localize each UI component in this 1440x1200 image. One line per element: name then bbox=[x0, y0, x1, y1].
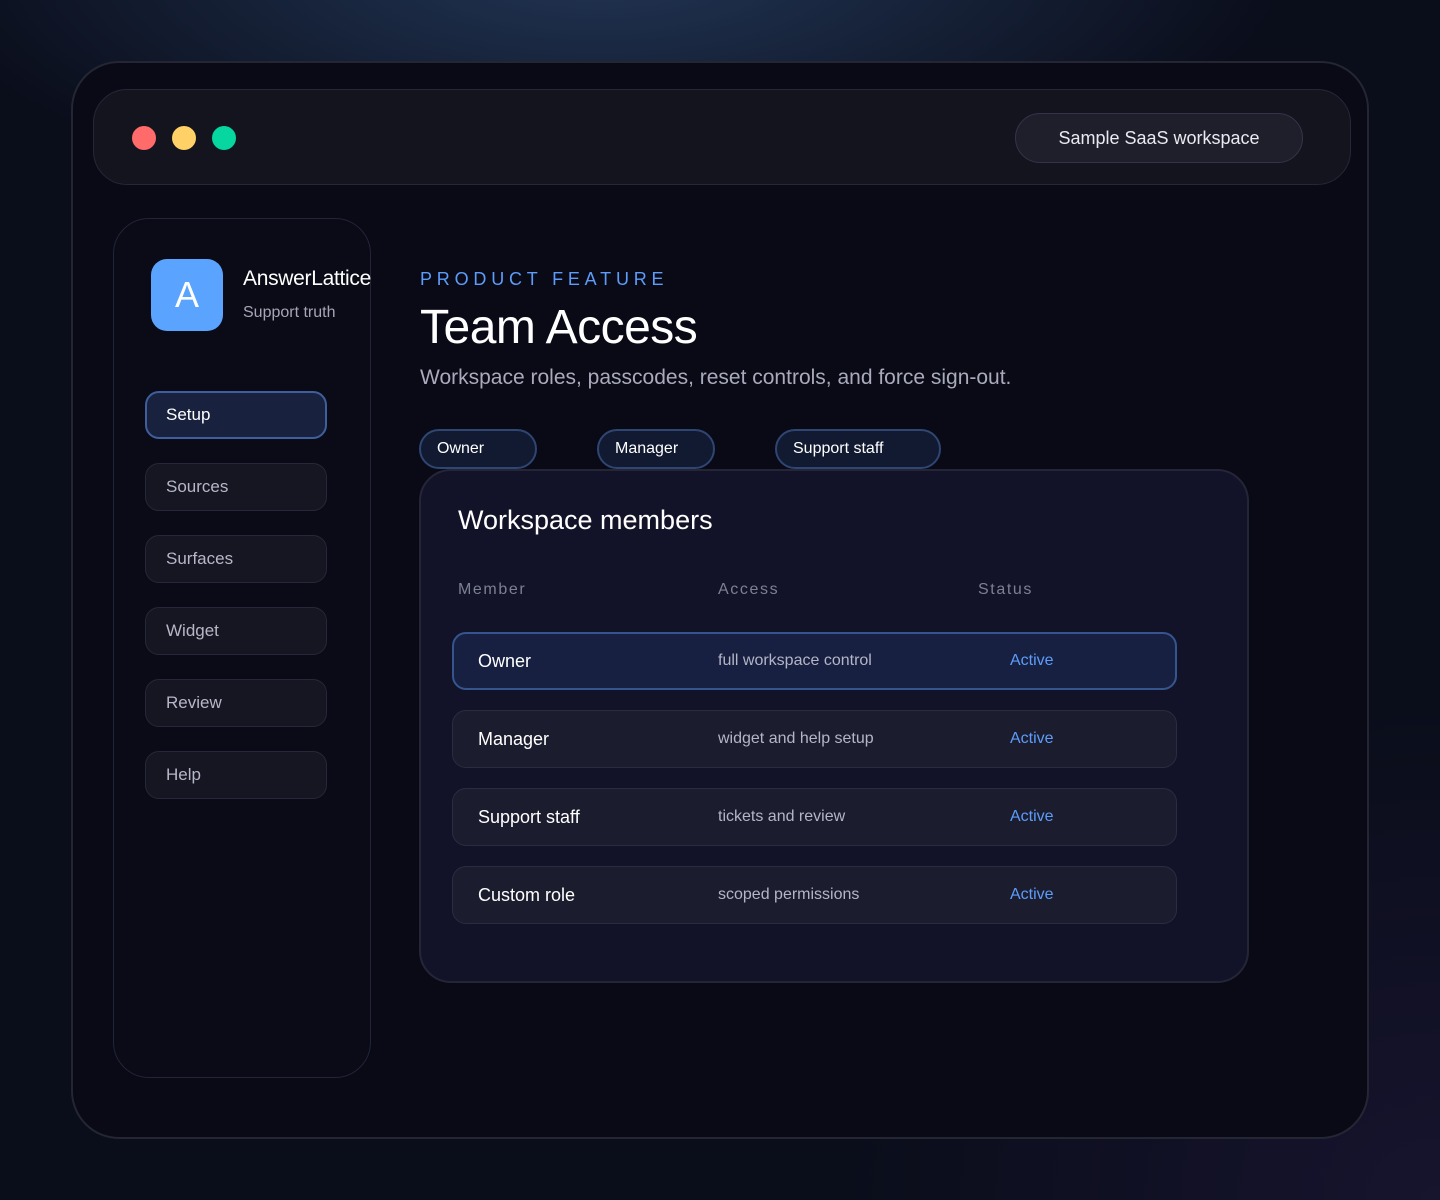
sidebar-item-help[interactable]: Help bbox=[145, 751, 327, 799]
column-header-access: Access bbox=[718, 581, 780, 598]
page-title: Team Access bbox=[420, 301, 698, 354]
maximize-window-button[interactable] bbox=[212, 126, 236, 150]
close-window-button[interactable] bbox=[132, 126, 156, 150]
brand-subtitle: Support truth bbox=[243, 304, 336, 321]
page-description: Workspace roles, passcodes, reset contro… bbox=[420, 366, 1012, 389]
title-bar: Sample SaaS workspace bbox=[93, 89, 1351, 185]
column-header-status: Status bbox=[978, 581, 1033, 598]
member-access: tickets and review bbox=[718, 808, 846, 825]
member-access: widget and help setup bbox=[718, 730, 874, 747]
member-name: Owner bbox=[478, 650, 532, 671]
member-name: Manager bbox=[478, 728, 550, 749]
sidebar-item-sources[interactable]: Sources bbox=[145, 463, 327, 511]
section-eyebrow: PRODUCT FEATURE bbox=[420, 269, 669, 289]
member-row-support-staff[interactable]: Support staff tickets and review Active bbox=[452, 788, 1177, 846]
member-name: Custom role bbox=[478, 884, 576, 905]
brand-name: AnswerLattice bbox=[243, 267, 371, 290]
role-chip-support-staff[interactable]: Support staff bbox=[775, 429, 941, 469]
status-badge: Active bbox=[1010, 730, 1054, 747]
panel-title: Workspace members bbox=[458, 505, 713, 535]
sidebar-item-widget[interactable]: Widget bbox=[145, 607, 327, 655]
workspace-selector[interactable]: Sample SaaS workspace bbox=[1015, 113, 1303, 163]
sidebar-item-setup[interactable]: Setup bbox=[145, 391, 327, 439]
member-row-owner[interactable]: Owner full workspace control Active bbox=[452, 632, 1177, 690]
role-chip-owner[interactable]: Owner bbox=[419, 429, 537, 469]
role-chip-manager[interactable]: Manager bbox=[597, 429, 715, 469]
sidebar-item-surfaces[interactable]: Surfaces bbox=[145, 535, 327, 583]
status-badge: Active bbox=[1010, 652, 1054, 669]
sidebar: A AnswerLattice Support truth Setup Sour… bbox=[113, 218, 371, 1078]
member-access: scoped permissions bbox=[718, 886, 860, 903]
column-header-member: Member bbox=[458, 581, 527, 598]
minimize-window-button[interactable] bbox=[172, 126, 196, 150]
status-badge: Active bbox=[1010, 886, 1054, 903]
member-access: full workspace control bbox=[718, 652, 872, 669]
status-badge: Active bbox=[1010, 808, 1054, 825]
member-row-custom-role[interactable]: Custom role scoped permissions Active bbox=[452, 866, 1177, 924]
member-name: Support staff bbox=[478, 806, 580, 827]
app-logo: A bbox=[151, 259, 223, 331]
sidebar-item-review[interactable]: Review bbox=[145, 679, 327, 727]
members-panel: Workspace members Member Access Status O… bbox=[419, 469, 1249, 983]
member-row-manager[interactable]: Manager widget and help setup Active bbox=[452, 710, 1177, 768]
